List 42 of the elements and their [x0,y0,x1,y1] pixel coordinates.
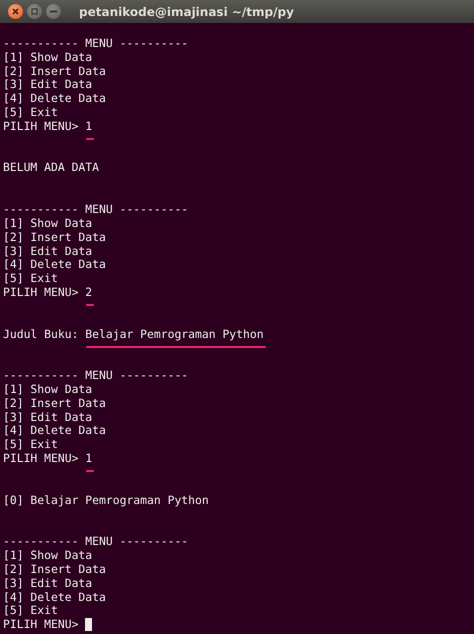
output-text: [5] Exit [3,604,58,618]
typed-text: Belajar Pemrograman Python [85,326,264,341]
output-text: ----------- MENU ---------- [3,202,188,217]
typed-text: 2 [85,285,92,300]
prompt-text: Judul Buku: [3,328,80,342]
output-text: [1] Show Data [3,382,92,397]
output-text: ----------- MENU ---------- [3,369,188,383]
output-text: [2] Insert Data [3,396,106,411]
maximize-button[interactable] [27,4,42,19]
output-text: [1] Show Data [3,549,92,563]
prompt-text: PILIH MENU> [3,618,80,632]
minimize-button[interactable] [46,4,61,19]
typed-text: 1 [85,451,92,466]
close-button[interactable] [8,4,23,19]
maximize-icon [31,8,38,15]
output-text: [3] Edit Data [3,78,92,92]
output-text: [4] Delete Data [3,424,106,438]
output-text: [1] Show Data [3,216,92,231]
output-text: ----------- MENU ---------- [3,36,188,51]
output-text: [5] Exit [3,438,58,452]
output-text: [0] Belajar Pemrograman Python [3,494,209,508]
output-text: [1] Show Data [3,50,92,65]
prompt-text: PILIH MENU> [3,286,80,300]
output-text: [5] Exit [3,272,58,286]
typed-text: 1 [85,118,92,133]
close-icon [12,8,19,15]
output-text: [2] Insert Data [3,230,106,244]
minimize-icon [50,10,57,13]
output-text: BELUM ADA DATA [3,161,100,176]
output-text: ----------- MENU ---------- [3,535,188,550]
output-text: [2] Insert Data [3,64,106,78]
output-text: [4] Delete Data [3,590,106,604]
output-text: [3] Edit Data [3,244,92,258]
output-text: [4] Delete Data [3,92,106,106]
output-text: [5] Exit [3,106,58,120]
output-text: [4] Delete Data [3,258,106,272]
window-title: petanikode@imajinasi ~/tmp/py [79,4,294,20]
output-text: [2] Insert Data [3,562,106,577]
output-text: [3] Edit Data [3,576,92,591]
prompt-text: PILIH MENU> [3,452,80,466]
prompt-text: PILIH MENU> [3,120,80,134]
output-text: [3] Edit Data [3,410,92,424]
